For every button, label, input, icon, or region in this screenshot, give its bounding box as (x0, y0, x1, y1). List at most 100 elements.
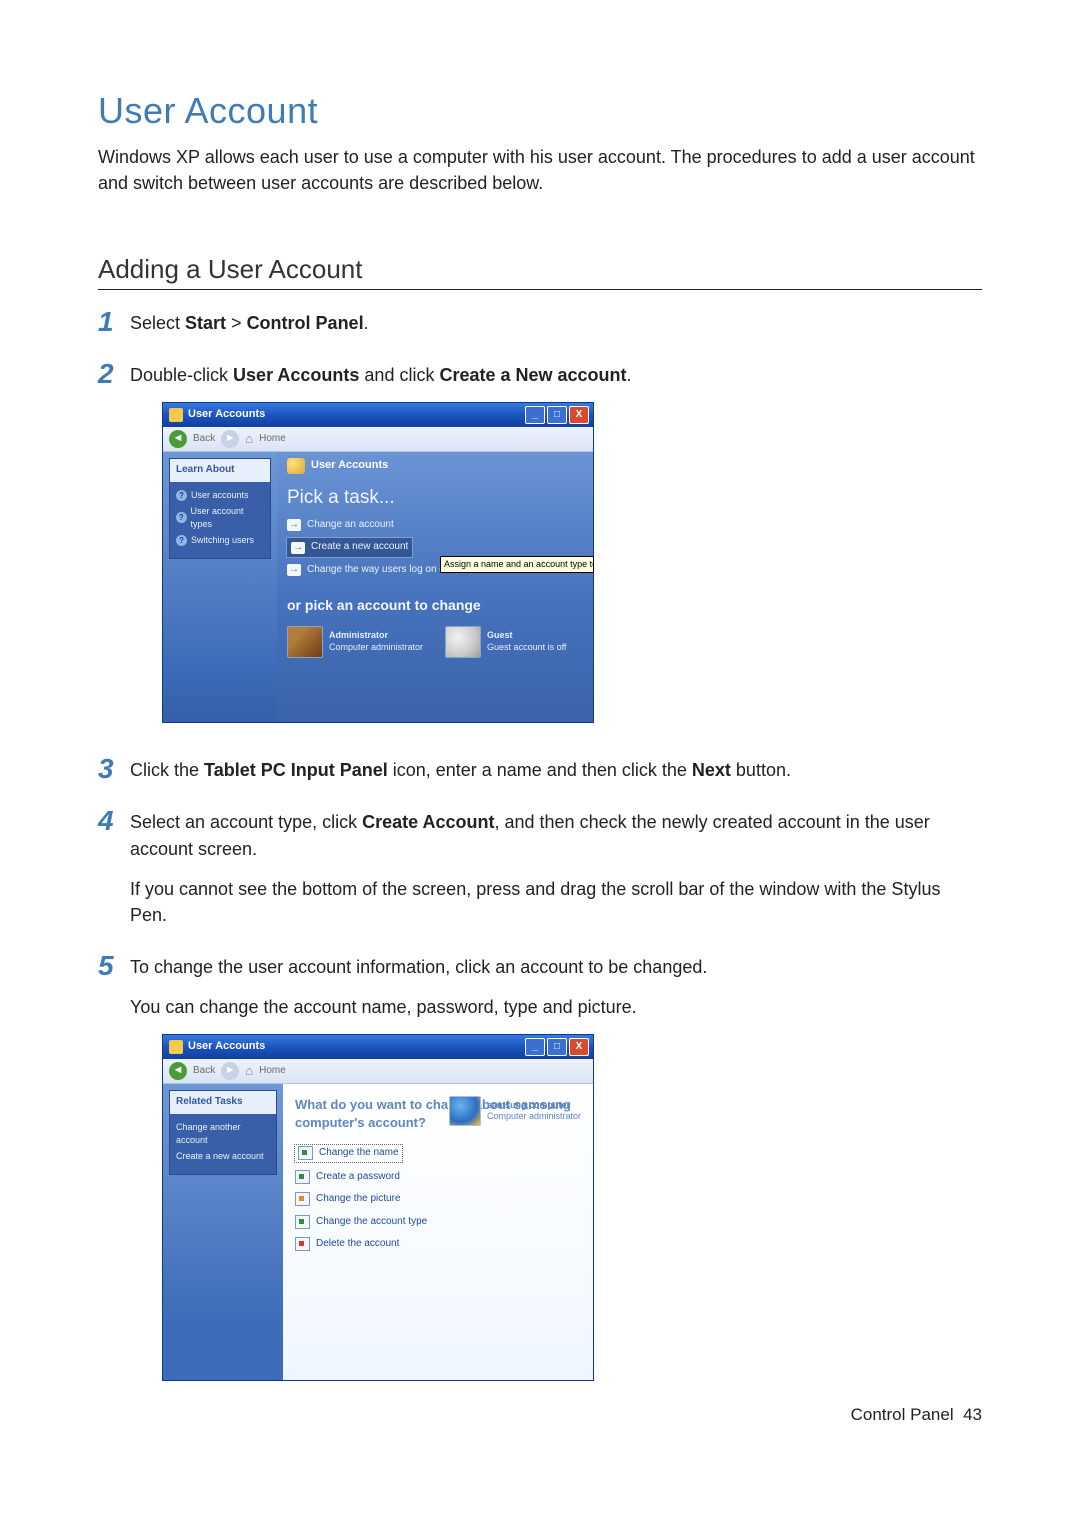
sidebar-link-label: User account types (191, 505, 265, 531)
sidebar-link-account-types[interactable]: ? User account types (176, 505, 264, 531)
account-preview: samsung computerComputer administrator (449, 1096, 581, 1126)
bold: Tablet PC Input Panel (204, 760, 388, 780)
action-icon (298, 1146, 313, 1160)
user-accounts-icon (287, 458, 305, 474)
sidebar-heading: Learn About (170, 459, 270, 482)
action-change-type[interactable]: Change the account type (295, 1215, 581, 1230)
sidebar-link-label: Switching users (191, 534, 254, 547)
text: icon, enter a name and then click the (388, 760, 692, 780)
forward-button[interactable]: ► (221, 430, 239, 448)
section-heading: Adding a User Account (98, 254, 982, 285)
action-create-password[interactable]: Create a password (295, 1170, 581, 1185)
account-subtitle: Computer administrator (487, 1111, 581, 1121)
account-tile-administrator[interactable]: AdministratorComputer administrator (287, 626, 423, 658)
account-subtitle: Computer administrator (329, 642, 423, 652)
back-label: Back (193, 1064, 215, 1079)
action-change-picture[interactable]: Change the picture (295, 1192, 581, 1207)
text: > (226, 313, 247, 333)
text: Select an account type, click (130, 812, 362, 832)
sidebar-link-create-new[interactable]: Create a new account (176, 1150, 270, 1163)
bold: User Accounts (233, 365, 359, 385)
pick-a-task-heading: Pick a task... (287, 484, 583, 512)
window-toolbar: ◄ Back ► ⌂ Home (163, 1059, 593, 1084)
footer-page-number: 43 (963, 1405, 982, 1424)
sidebar-link-label: Change another account (176, 1121, 270, 1147)
home-icon[interactable]: ⌂ (245, 1062, 253, 1081)
action-label: Delete the account (316, 1237, 399, 1252)
footer-label: Control Panel (851, 1405, 954, 1424)
sidebar-link-label: Create a new account (176, 1150, 264, 1163)
tooltip: Assign a name and an account type to a n… (440, 556, 594, 573)
text: button. (731, 760, 791, 780)
home-label: Home (259, 432, 286, 447)
bold: Start (185, 313, 226, 333)
action-icon (295, 1215, 310, 1229)
action-icon (295, 1237, 310, 1251)
step-3-body: Click the Tablet PC Input Panel icon, en… (130, 757, 982, 797)
arrow-icon (291, 542, 305, 554)
or-pick-heading: or pick an account to change (287, 595, 583, 615)
text: and click (359, 365, 439, 385)
minimize-button[interactable]: _ (525, 1038, 545, 1056)
task-label: Create a new account (311, 540, 408, 555)
bold: Control Panel (247, 313, 364, 333)
arrow-icon (287, 519, 301, 531)
step-5-body: To change the user account information, … (130, 954, 982, 1381)
maximize-button[interactable]: □ (547, 406, 567, 424)
action-label: Change the account type (316, 1215, 427, 1230)
task-label: Change an account (307, 518, 394, 533)
account-picture-icon (449, 1096, 481, 1126)
bold: Create a New account (439, 365, 626, 385)
screenshot-user-accounts-main: User Accounts _ □ X ◄ Back ► ⌂ Home (162, 402, 594, 723)
back-button[interactable]: ◄ (169, 1062, 187, 1080)
sidebar-link-change-another[interactable]: Change another account (176, 1121, 270, 1147)
arrow-icon (287, 564, 301, 576)
task-label: Change the way users log on or off (307, 563, 462, 578)
maximize-button[interactable]: □ (547, 1038, 567, 1056)
minimize-button[interactable]: _ (525, 406, 545, 424)
breadcrumb: User Accounts (311, 458, 388, 474)
intro-text: Windows XP allows each user to use a com… (98, 144, 982, 196)
step-number-5: 5 (98, 952, 130, 980)
action-delete-account[interactable]: Delete the account (295, 1237, 581, 1252)
step-5-line2: You can change the account name, passwor… (130, 994, 982, 1020)
sidebar-link-switching-users[interactable]: ?Switching users (176, 534, 264, 547)
main-panel: User Accounts Pick a task... Change an a… (277, 452, 593, 722)
step-number-2: 2 (98, 360, 130, 388)
forward-button[interactable]: ► (221, 1062, 239, 1080)
action-label: Change the picture (316, 1192, 401, 1207)
close-button[interactable]: X (569, 1038, 589, 1056)
sidebar-heading: Related Tasks (170, 1091, 276, 1114)
section-rule (98, 289, 982, 290)
window-titlebar: User Accounts _ □ X (163, 1035, 593, 1059)
task-create-account[interactable]: Create a new account (287, 538, 412, 557)
window-toolbar: ◄ Back ► ⌂ Home (163, 427, 593, 452)
main-panel: samsung computerComputer administrator W… (283, 1084, 593, 1380)
close-button[interactable]: X (569, 406, 589, 424)
step-number-1: 1 (98, 308, 130, 336)
home-icon[interactable]: ⌂ (245, 430, 253, 449)
screenshot-user-accounts-change: User Accounts _ □ X ◄ Back ► ⌂ Home (162, 1034, 594, 1381)
account-picture-icon (287, 626, 323, 658)
sidebar: Learn About ?User accounts ?User account… (163, 452, 277, 722)
account-name: Administrator (329, 630, 423, 641)
step-2-body: Double-click User Accounts and click Cre… (130, 362, 982, 745)
action-icon (295, 1192, 310, 1206)
action-label: Change the name (319, 1146, 399, 1161)
step-number-3: 3 (98, 755, 130, 783)
action-label: Create a password (316, 1170, 400, 1185)
step-5-line1: To change the user account information, … (130, 954, 982, 980)
app-icon (169, 1040, 183, 1054)
account-subtitle: Guest account is off (487, 642, 566, 652)
text: . (627, 365, 632, 385)
task-change-account[interactable]: Change an account (287, 518, 583, 533)
sidebar-link-user-accounts[interactable]: ?User accounts (176, 489, 264, 502)
account-name: samsung computer (487, 1100, 581, 1111)
back-button[interactable]: ◄ (169, 430, 187, 448)
account-tile-guest[interactable]: GuestGuest account is off (445, 626, 566, 658)
bold: Create Account (362, 812, 494, 832)
sidebar-link-label: User accounts (191, 489, 249, 502)
action-change-name[interactable]: Change the name (295, 1145, 402, 1162)
text: Double-click (130, 365, 233, 385)
help-icon: ? (176, 512, 187, 523)
